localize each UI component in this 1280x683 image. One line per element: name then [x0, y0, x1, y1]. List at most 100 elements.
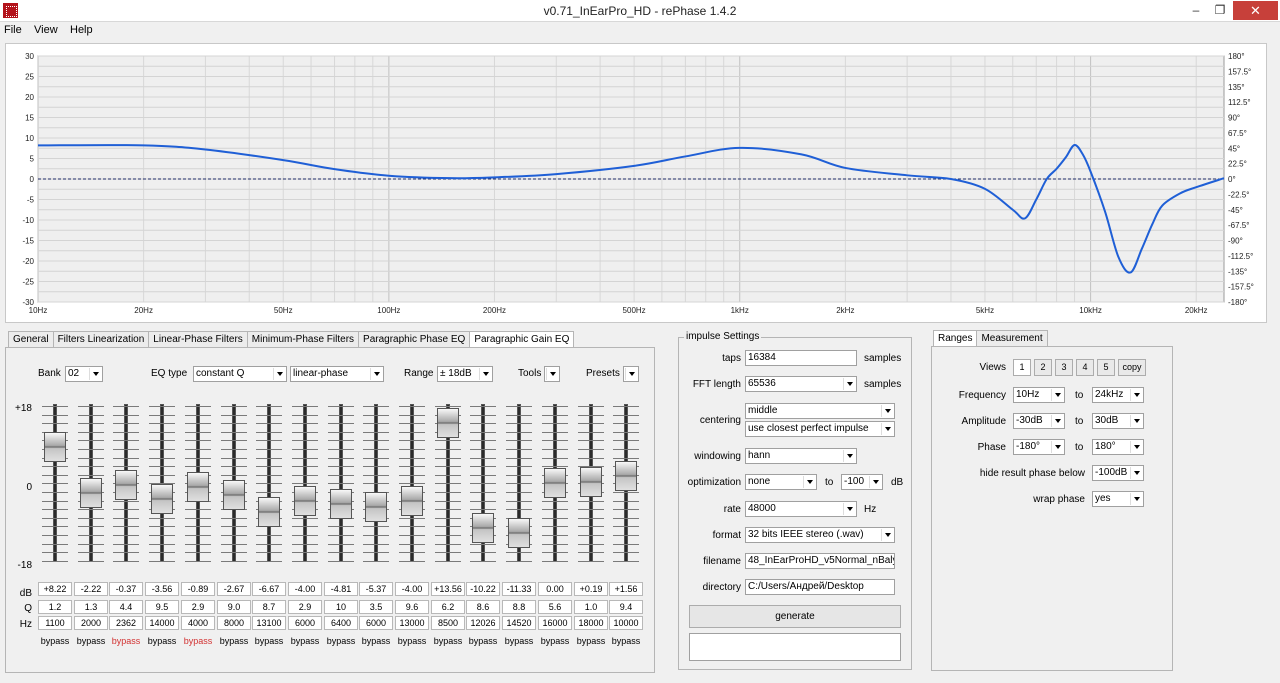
fader-knob[interactable]	[223, 479, 245, 510]
fft-length-select[interactable]: 65536	[745, 376, 857, 392]
view-2-button[interactable]: 2	[1034, 359, 1052, 376]
freq-cell[interactable]: 12026	[466, 616, 500, 630]
freq-cell[interactable]: 1100	[38, 616, 72, 630]
freq-cell[interactable]: 18000	[574, 616, 608, 630]
amplitude-to-select[interactable]: 30dB	[1092, 413, 1144, 429]
bypass-toggle[interactable]: bypass	[431, 636, 465, 646]
gain-fader[interactable]	[538, 400, 572, 566]
gain-cell[interactable]: 0.00	[538, 582, 572, 596]
hide-phase-select[interactable]: -100dB	[1092, 465, 1144, 481]
gain-fader[interactable]	[252, 400, 286, 566]
tab-paragraphic-gain-eq[interactable]: Paragraphic Gain EQ	[469, 331, 575, 348]
menu-view[interactable]: View	[34, 24, 58, 36]
q-cell[interactable]: 10	[324, 600, 358, 614]
q-cell[interactable]: 6.2	[431, 600, 465, 614]
q-cell[interactable]: 8.7	[252, 600, 286, 614]
close-button[interactable]: ✕	[1233, 1, 1278, 20]
freq-cell[interactable]: 14520	[502, 616, 536, 630]
bypass-toggle[interactable]: bypass	[502, 636, 536, 646]
gain-cell[interactable]: +1.56	[609, 582, 643, 596]
freq-cell[interactable]: 6000	[359, 616, 393, 630]
optimization-db-select[interactable]: -100	[841, 474, 883, 490]
gain-cell[interactable]: -2.22	[74, 582, 108, 596]
bypass-toggle[interactable]: bypass	[109, 636, 143, 646]
maximize-button[interactable]: ❐	[1210, 1, 1230, 20]
gain-cell[interactable]: -0.89	[181, 582, 215, 596]
fader-knob[interactable]	[294, 485, 316, 516]
tab-minimum-phase-filters[interactable]: Minimum-Phase Filters	[246, 331, 360, 347]
gain-cell[interactable]: -5.37	[359, 582, 393, 596]
frequency-to-select[interactable]: 24kHz	[1092, 387, 1144, 403]
gain-cell[interactable]: -4.00	[395, 582, 429, 596]
gain-fader[interactable]	[109, 400, 143, 566]
bypass-toggle[interactable]: bypass	[252, 636, 286, 646]
bypass-toggle[interactable]: bypass	[538, 636, 572, 646]
freq-cell[interactable]: 2362	[109, 616, 143, 630]
q-cell[interactable]: 9.0	[217, 600, 251, 614]
fader-knob[interactable]	[580, 467, 602, 498]
freq-cell[interactable]: 6400	[324, 616, 358, 630]
fader-knob[interactable]	[544, 468, 566, 498]
freq-cell[interactable]: 16000	[538, 616, 572, 630]
filename-input[interactable]: 48_InEarProHD_v5Normal_nBaly	[745, 553, 895, 569]
gain-fader[interactable]	[181, 400, 215, 566]
tab-linear-phase-filters[interactable]: Linear-Phase Filters	[148, 331, 248, 347]
bypass-toggle[interactable]: bypass	[288, 636, 322, 646]
freq-cell[interactable]: 4000	[181, 616, 215, 630]
fader-knob[interactable]	[80, 477, 102, 508]
q-cell[interactable]: 2.9	[181, 600, 215, 614]
gain-cell[interactable]: -3.56	[145, 582, 179, 596]
tab-filters-linearization[interactable]: Filters Linearization	[52, 331, 150, 347]
response-graph[interactable]: 30 25 20 15 10 5 0 -5 -10 -15 -20 -25 -30 180° 157.5° 1…	[5, 43, 1267, 323]
freq-cell[interactable]: 13000	[395, 616, 429, 630]
q-cell[interactable]: 2.9	[288, 600, 322, 614]
gain-fader[interactable]	[324, 400, 358, 566]
gain-fader[interactable]	[502, 400, 536, 566]
view-5-button[interactable]: 5	[1097, 359, 1115, 376]
gain-fader[interactable]	[145, 400, 179, 566]
bypass-toggle[interactable]: bypass	[38, 636, 72, 646]
fader-knob[interactable]	[472, 512, 494, 543]
bypass-toggle[interactable]: bypass	[466, 636, 500, 646]
menu-help[interactable]: Help	[70, 24, 93, 36]
rate-select[interactable]: 48000	[745, 501, 857, 517]
view-4-button[interactable]: 4	[1076, 359, 1094, 376]
minimize-button[interactable]: –	[1186, 1, 1206, 20]
q-cell[interactable]: 1.3	[74, 600, 108, 614]
freq-cell[interactable]: 8500	[431, 616, 465, 630]
freq-cell[interactable]: 2000	[74, 616, 108, 630]
gain-cell[interactable]: +8.22	[38, 582, 72, 596]
view-3-button[interactable]: 3	[1055, 359, 1073, 376]
gain-fader[interactable]	[609, 400, 643, 566]
fader-knob[interactable]	[401, 485, 423, 516]
gain-fader[interactable]	[38, 400, 72, 566]
bypass-toggle[interactable]: bypass	[324, 636, 358, 646]
phase-from-select[interactable]: -180°	[1013, 439, 1065, 455]
centering-mode-select[interactable]: use closest perfect impulse	[745, 421, 895, 437]
bank-select[interactable]: 02	[65, 366, 103, 382]
bypass-toggle[interactable]: bypass	[609, 636, 643, 646]
freq-cell[interactable]: 6000	[288, 616, 322, 630]
bypass-toggle[interactable]: bypass	[181, 636, 215, 646]
gain-cell[interactable]: +0.19	[574, 582, 608, 596]
tab-paragraphic-phase-eq[interactable]: Paragraphic Phase EQ	[358, 331, 471, 347]
q-cell[interactable]: 8.8	[502, 600, 536, 614]
fader-knob[interactable]	[115, 469, 137, 500]
gain-fader[interactable]	[74, 400, 108, 566]
bypass-toggle[interactable]: bypass	[145, 636, 179, 646]
gain-fader[interactable]	[217, 400, 251, 566]
fader-knob[interactable]	[365, 491, 387, 522]
bypass-toggle[interactable]: bypass	[74, 636, 108, 646]
directory-input[interactable]: C:/Users/Андрей/Desktop	[745, 579, 895, 595]
fader-knob[interactable]	[44, 431, 66, 462]
gain-fader[interactable]	[359, 400, 393, 566]
gain-cell[interactable]: -4.00	[288, 582, 322, 596]
gain-cell[interactable]: -0.37	[109, 582, 143, 596]
freq-cell[interactable]: 14000	[145, 616, 179, 630]
q-cell[interactable]: 4.4	[109, 600, 143, 614]
fader-knob[interactable]	[508, 517, 530, 548]
menu-file[interactable]: File	[4, 24, 22, 36]
gain-cell[interactable]: -2.67	[217, 582, 251, 596]
q-cell[interactable]: 8.6	[466, 600, 500, 614]
bypass-toggle[interactable]: bypass	[217, 636, 251, 646]
